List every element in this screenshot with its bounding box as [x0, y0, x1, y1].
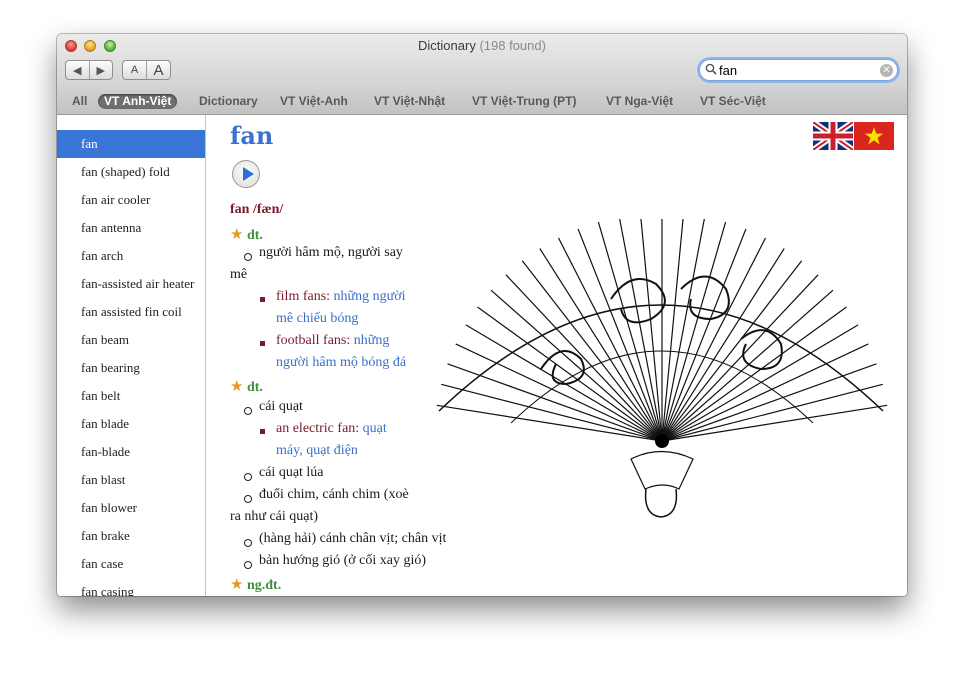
word-list-item[interactable]: fan [57, 130, 205, 158]
dictionary-window: Dictionary (198 found) ◀ ▶ A A ✕ All VT … [57, 34, 907, 596]
tab-all[interactable]: All [72, 94, 87, 109]
example-vi-cont: máy, quạt điện [276, 443, 358, 458]
sense-text: cái quạt [259, 399, 303, 414]
example: film fans: những người [276, 289, 406, 305]
dictionary-tabs: All VT Anh-Việt Dictionary VT Việt-Anh V… [57, 90, 907, 115]
sense-text: đuổi chim, cánh chim (xoè [259, 487, 409, 502]
part-of-speech: dt. [246, 228, 263, 243]
tab-vt-viet-anh[interactable]: VT Việt-Anh [280, 94, 348, 109]
word-list-item[interactable]: fan bearing [57, 354, 205, 382]
word-list-item[interactable]: fan-blade [57, 438, 205, 466]
sense-text-cont: ra như cái quạt) [230, 509, 319, 524]
forward-icon: ▶ [96, 63, 105, 77]
example-vi-cont: mê chiếu bóng [276, 311, 359, 326]
example-vi: những [353, 333, 390, 348]
sense-text: bản hướng gió (ở cối xay gió) [259, 553, 427, 568]
fan-illustration [436, 219, 888, 518]
sense-text-cont: mê [230, 267, 248, 282]
definition-pane: fan fan /fæn/ ★ dt. người hâm mộ, người … [206, 115, 907, 596]
tab-vt-anh-viet[interactable]: VT Anh-Việt [98, 94, 178, 109]
search-field[interactable]: ✕ [699, 59, 898, 81]
part-of-speech: dt. [246, 380, 263, 395]
pos-header: ★ dt. [230, 377, 263, 396]
word-list-item[interactable]: fan brake [57, 522, 205, 550]
forward-button[interactable]: ▶ [90, 61, 113, 79]
word-list-item[interactable]: fan air cooler [57, 186, 205, 214]
word-list-item[interactable]: fan arch [57, 242, 205, 270]
vietnam-flag-icon[interactable] [854, 122, 894, 150]
play-pronunciation-button[interactable] [232, 160, 260, 188]
sense-bullet [244, 495, 252, 503]
word-list-item[interactable]: fan blast [57, 466, 205, 494]
uk-flag-icon[interactable] [811, 119, 855, 153]
part-of-speech: ng.đt. [246, 578, 282, 593]
word-list-item[interactable]: fan antenna [57, 214, 205, 242]
pos-header: ★ dt. [230, 225, 263, 244]
sense-bullet [244, 253, 252, 261]
word-list-item[interactable]: fan casing [57, 578, 205, 596]
sense-bullet [244, 561, 252, 569]
sense-text: người hâm mộ, người say [259, 245, 403, 260]
word-list-item[interactable]: fan-assisted air heater [57, 270, 205, 298]
example-vi-cont: người hâm mộ bóng đá [276, 355, 407, 370]
back-button[interactable]: ◀ [66, 61, 90, 79]
example-bullet [260, 297, 265, 302]
sense-bullet [244, 473, 252, 481]
search-input[interactable] [719, 62, 869, 78]
tab-vt-sec-viet[interactable]: VT Séc-Việt [700, 94, 766, 109]
example-en: an electric fan: [276, 421, 360, 436]
pos-header: ★ ng.đt. [230, 575, 281, 594]
titlebar: Dictionary (198 found) ◀ ▶ A A ✕ [57, 34, 907, 91]
word-list-item[interactable]: fan assisted fin coil [57, 298, 205, 326]
example-vi: những người [333, 289, 406, 304]
pronunciation: fan /fæn/ [230, 202, 283, 218]
tab-dictionary[interactable]: Dictionary [199, 94, 258, 109]
sense-text: cái quạt lúa [259, 465, 324, 480]
tab-vt-viet-nhat[interactable]: VT Việt-Nhật [374, 94, 445, 109]
word-list-item[interactable]: fan case [57, 550, 205, 578]
example-bullet [260, 429, 265, 434]
example-en: film fans: [276, 289, 331, 304]
sense-text: (hàng hải) cánh chân vịt; chân vịt [259, 531, 447, 546]
tab-vt-viet-trung[interactable]: VT Việt-Trung (PT) [472, 94, 576, 109]
font-size-buttons: A A [122, 60, 171, 80]
tab-vt-nga-viet[interactable]: VT Nga-Việt [606, 94, 673, 109]
star-icon: ★ [230, 577, 244, 593]
clear-search-icon[interactable]: ✕ [880, 64, 893, 77]
word-list: fan fan (shaped) fold fan air cooler fan… [57, 115, 206, 596]
word-list-item[interactable]: fan blower [57, 494, 205, 522]
window-title: Dictionary (198 found) [57, 38, 907, 53]
increase-font-button[interactable]: A [147, 61, 170, 79]
word-list-item[interactable]: fan beam [57, 326, 205, 354]
word-list-item[interactable]: fan blade [57, 410, 205, 438]
decrease-font-button[interactable]: A [123, 61, 147, 79]
back-icon: ◀ [73, 63, 82, 77]
result-count: (198 found) [479, 38, 546, 53]
headword: fan [230, 121, 274, 150]
example-vi: quạt [362, 421, 387, 436]
pronunciation-text: fan /fæn/ [230, 202, 284, 217]
word-list-item[interactable]: fan (shaped) fold [57, 158, 205, 186]
window-title-text: Dictionary [418, 38, 476, 53]
star-icon: ★ [230, 379, 244, 395]
star-icon: ★ [230, 227, 244, 243]
sense-bullet [244, 539, 252, 547]
sense-bullet [244, 407, 252, 415]
example: an electric fan: quạt [276, 421, 387, 437]
example-en: football fans: [276, 333, 351, 348]
example-bullet [260, 341, 265, 346]
example: football fans: những [276, 333, 389, 349]
navigation-buttons: ◀ ▶ [65, 60, 113, 80]
word-list-item[interactable]: fan belt [57, 382, 205, 410]
search-icon [705, 63, 717, 78]
